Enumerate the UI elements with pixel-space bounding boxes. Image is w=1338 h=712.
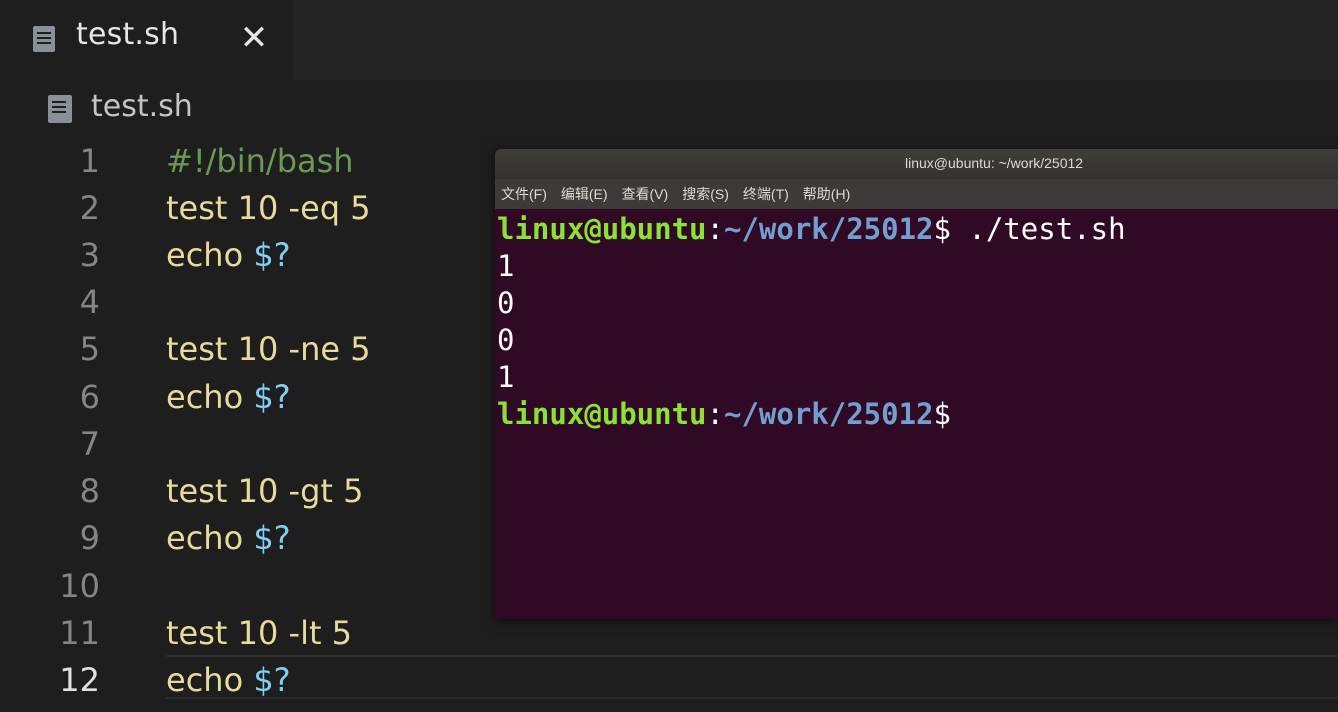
code-token: echo xyxy=(166,519,254,557)
line-number: 2 xyxy=(79,189,100,227)
prompt-path: ~/work/25012 xyxy=(723,397,934,431)
prompt-separator: : xyxy=(706,212,724,246)
prompt-symbol: $ xyxy=(933,397,951,431)
line-number: 3 xyxy=(79,236,100,274)
code-text: echo $? xyxy=(166,232,291,278)
line-number: 11 xyxy=(59,614,100,652)
terminal-output-line: 1 xyxy=(497,249,515,283)
prompt-user: linux@ubuntu xyxy=(497,397,707,431)
line-number: 10 xyxy=(59,567,100,605)
line-number: 4 xyxy=(79,283,100,321)
code-text: test 10 -ne 5 xyxy=(166,326,371,372)
close-icon[interactable]: ✕ xyxy=(234,18,274,58)
terminal-menubar: 文件(F) 编辑(E) 查看(V) 搜索(S) 终端(T) 帮助(H) xyxy=(495,179,1338,209)
terminal-menu-item[interactable]: 帮助(H) xyxy=(803,184,850,204)
editor-tab-bar: test.sh ✕ xyxy=(0,0,1338,80)
prompt-path: ~/work/25012 xyxy=(723,212,934,246)
code-text: #!/bin/bash xyxy=(166,138,354,184)
tab-test-sh[interactable]: test.sh ✕ xyxy=(0,0,293,80)
terminal-output-line: 1 xyxy=(497,360,515,394)
prompt-separator: : xyxy=(706,397,724,431)
breadcrumb[interactable]: test.sh xyxy=(0,82,600,134)
code-token: echo xyxy=(166,378,254,416)
line-number: 7 xyxy=(79,425,100,463)
code-variable: $? xyxy=(253,236,291,274)
code-text: echo $? xyxy=(166,657,291,703)
code-text: test 10 -eq 5 xyxy=(166,185,371,231)
code-variable: $? xyxy=(253,378,291,416)
terminal-prompt-line: linux@ubuntu:~/work/25012$ ./test.sh xyxy=(497,211,1335,248)
tab-label: test.sh xyxy=(76,17,180,52)
code-text: test 10 -gt 5 xyxy=(166,468,363,514)
code-text: echo $? xyxy=(166,515,291,561)
code-token: echo xyxy=(166,661,254,699)
code-variable: $? xyxy=(253,661,291,699)
line-number: 6 xyxy=(79,378,100,416)
terminal-output-line: 0 xyxy=(497,286,515,320)
terminal-command: ./test.sh xyxy=(950,212,1126,246)
file-icon xyxy=(33,26,55,52)
prompt-user: linux@ubuntu xyxy=(497,212,707,246)
code-token: #!/bin/bash xyxy=(166,142,354,180)
file-icon xyxy=(48,95,72,123)
code-token: test 10 -ne 5 xyxy=(166,330,371,368)
terminal-window[interactable]: linux@ubuntu: ~/work/25012 文件(F) 编辑(E) 查看(… xyxy=(495,149,1338,619)
prompt-symbol: $ xyxy=(933,212,951,246)
code-token: test 10 -lt 5 xyxy=(166,614,353,652)
code-token: test 10 -eq 5 xyxy=(166,189,371,227)
terminal-menu-item[interactable]: 查看(V) xyxy=(622,184,669,204)
terminal-title: linux@ubuntu: ~/work/25012 xyxy=(905,155,1084,171)
terminal-output[interactable]: linux@ubuntu:~/work/25012$ ./test.sh 1 0 0 1… xyxy=(497,211,1335,433)
terminal-menu-item[interactable]: 搜索(S) xyxy=(682,184,729,204)
breadcrumb-label: test.sh xyxy=(91,89,193,124)
code-text: test 10 -lt 5 xyxy=(166,610,352,656)
code-text: echo $? xyxy=(166,374,291,420)
line-number: 1 xyxy=(79,142,100,180)
terminal-menu-item[interactable]: 文件(F) xyxy=(501,184,547,204)
line-number: 5 xyxy=(79,330,100,368)
code-variable: $? xyxy=(253,519,291,557)
line-number: 12 xyxy=(59,661,100,699)
terminal-menu-item[interactable]: 终端(T) xyxy=(743,184,789,204)
code-token: test 10 -gt 5 xyxy=(166,472,364,510)
terminal-menu-item[interactable]: 编辑(E) xyxy=(561,184,608,204)
line-number: 8 xyxy=(79,472,100,510)
code-token: echo xyxy=(166,236,254,274)
terminal-titlebar[interactable]: linux@ubuntu: ~/work/25012 xyxy=(495,149,1338,179)
line-number: 9 xyxy=(79,519,100,557)
terminal-output-line: 0 xyxy=(497,323,515,357)
code-line[interactable]: 12 echo $? xyxy=(0,657,1338,703)
terminal-prompt-line: linux@ubuntu:~/work/25012$ xyxy=(497,396,1335,433)
